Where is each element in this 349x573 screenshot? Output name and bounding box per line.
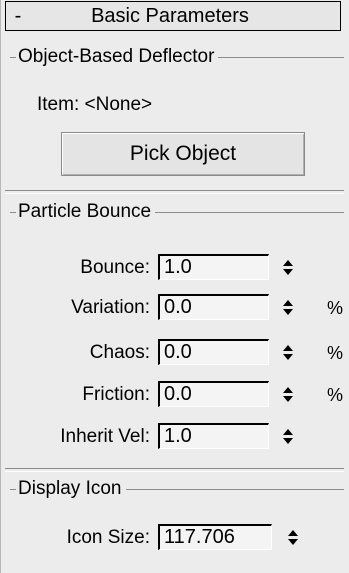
variation-unit: % <box>327 298 344 318</box>
bounce-label: Bounce: <box>80 257 150 278</box>
spin-down-icon[interactable] <box>288 538 298 545</box>
spin-up-icon[interactable] <box>283 299 293 306</box>
friction-unit: % <box>327 385 344 405</box>
chaos-label: Chaos: <box>89 342 150 363</box>
friction-label: Friction: <box>82 384 150 405</box>
group-object-based-deflector-header: Object-Based Deflector <box>10 45 344 69</box>
bounce-field[interactable] <box>158 254 269 280</box>
spin-up-icon[interactable] <box>288 529 298 536</box>
inherit-vel-field[interactable] <box>158 423 269 449</box>
chaos-unit: % <box>327 343 344 363</box>
pick-object-button[interactable]: Pick Object <box>61 132 305 176</box>
chaos-spinner[interactable] <box>281 339 295 365</box>
icon-size-field[interactable] <box>158 524 272 550</box>
panel-left-rail <box>0 0 4 573</box>
bounce-spinner[interactable] <box>281 254 295 280</box>
spin-down-icon[interactable] <box>283 308 293 315</box>
icon-size-spinner[interactable] <box>286 524 300 550</box>
collapse-toggle-icon[interactable]: - <box>6 6 30 26</box>
item-label: Item: <None> <box>37 94 153 115</box>
rollout-header-basic-parameters[interactable]: - Basic Parameters <box>5 1 341 31</box>
rollout-title: Basic Parameters <box>91 4 249 27</box>
group-title-object-based-deflector: Object-Based Deflector <box>18 46 215 67</box>
spin-up-icon[interactable] <box>283 428 293 435</box>
variation-spinner[interactable] <box>281 294 295 320</box>
spin-down-icon[interactable] <box>283 395 293 402</box>
variation-field[interactable] <box>158 294 269 320</box>
friction-field[interactable] <box>158 381 269 407</box>
inherit-vel-label: Inherit Vel: <box>60 426 150 447</box>
group-display-icon-header: Display Icon <box>10 477 344 501</box>
group-title-particle-bounce: Particle Bounce <box>18 201 152 222</box>
spin-up-icon[interactable] <box>283 259 293 266</box>
variation-label: Variation: <box>71 297 150 318</box>
separator-2 <box>5 468 344 472</box>
basic-parameters-panel: - Basic Parameters Object-Based Deflecto… <box>0 0 349 573</box>
inherit-vel-spinner[interactable] <box>281 423 295 449</box>
spin-up-icon[interactable] <box>283 344 293 351</box>
spin-up-icon[interactable] <box>283 386 293 393</box>
spin-down-icon[interactable] <box>283 437 293 444</box>
spin-down-icon[interactable] <box>283 353 293 360</box>
icon-size-label: Icon Size: <box>66 527 150 548</box>
friction-spinner[interactable] <box>281 381 295 407</box>
spin-down-icon[interactable] <box>283 268 293 275</box>
separator-1 <box>5 190 344 194</box>
group-title-display-icon: Display Icon <box>18 478 122 499</box>
group-particle-bounce-header: Particle Bounce <box>10 200 344 224</box>
chaos-field[interactable] <box>158 339 269 365</box>
